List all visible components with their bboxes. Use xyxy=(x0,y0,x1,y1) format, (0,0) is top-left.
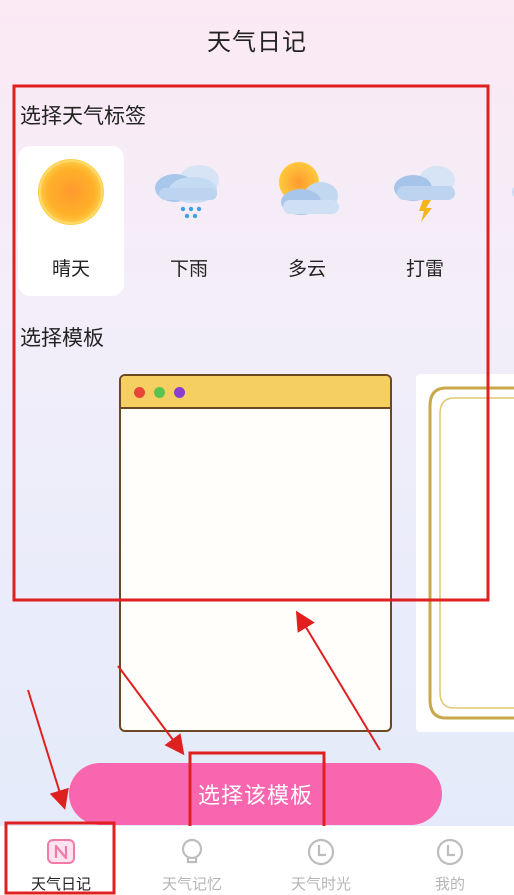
weather-tag-label: 下雨 xyxy=(169,258,208,280)
rain-cloud-icon xyxy=(155,165,219,219)
tab-bar: 天气日记 天气记忆 天气时光 我的 xyxy=(0,826,514,895)
template-card-gold-frame[interactable] xyxy=(416,374,514,732)
weather-tag-label: 晴天 xyxy=(51,258,90,280)
weather-tag-sunny[interactable]: 晴天 xyxy=(18,146,124,296)
thunder-cloud-icon xyxy=(394,166,455,222)
choose-template-button[interactable]: 选择该模板 xyxy=(69,763,442,825)
tab-mine[interactable]: 我的 xyxy=(395,826,505,895)
tab-weather-diary[interactable]: 天气日记 xyxy=(6,826,116,895)
template-title-bar xyxy=(121,376,390,409)
tab-label: 天气时光 xyxy=(290,875,351,893)
clock-icon xyxy=(436,838,464,866)
gold-frame-icon xyxy=(428,386,514,720)
annotation-arrow xyxy=(27,689,69,810)
tab-label: 天气记忆 xyxy=(161,875,222,893)
tab-weather-memory[interactable]: 天气记忆 xyxy=(137,826,247,895)
partly-cloudy-icon xyxy=(279,162,339,215)
weather-tag-rain[interactable]: 下雨 xyxy=(136,146,242,296)
red-dot-icon xyxy=(134,387,145,398)
weather-section-title: 选择天气标签 xyxy=(20,104,146,128)
tab-label: 天气日记 xyxy=(30,875,91,893)
template-card-window[interactable] xyxy=(119,374,392,732)
weather-tag-partial xyxy=(512,186,514,198)
weather-tag-label: 多云 xyxy=(287,258,326,280)
weather-tag-thunder[interactable]: 打雷 xyxy=(372,146,478,296)
sun-icon xyxy=(38,159,104,225)
header: 天气日记 xyxy=(0,0,514,78)
tab-label: 我的 xyxy=(434,875,465,893)
template-section-title: 选择模板 xyxy=(20,326,104,350)
lightbulb-icon xyxy=(181,838,203,864)
purple-dot-icon xyxy=(174,387,185,398)
weather-tag-cloudy[interactable]: 多云 xyxy=(254,146,360,296)
green-dot-icon xyxy=(154,387,165,398)
diary-n-icon xyxy=(47,839,75,864)
clock-icon xyxy=(307,838,335,866)
weather-tag-label: 打雷 xyxy=(405,258,444,280)
page-title: 天气日记 xyxy=(207,27,307,56)
weather-tag-list: 晴天 下雨 多云 打雷 xyxy=(18,146,514,298)
tab-weather-time[interactable]: 天气时光 xyxy=(266,826,376,895)
